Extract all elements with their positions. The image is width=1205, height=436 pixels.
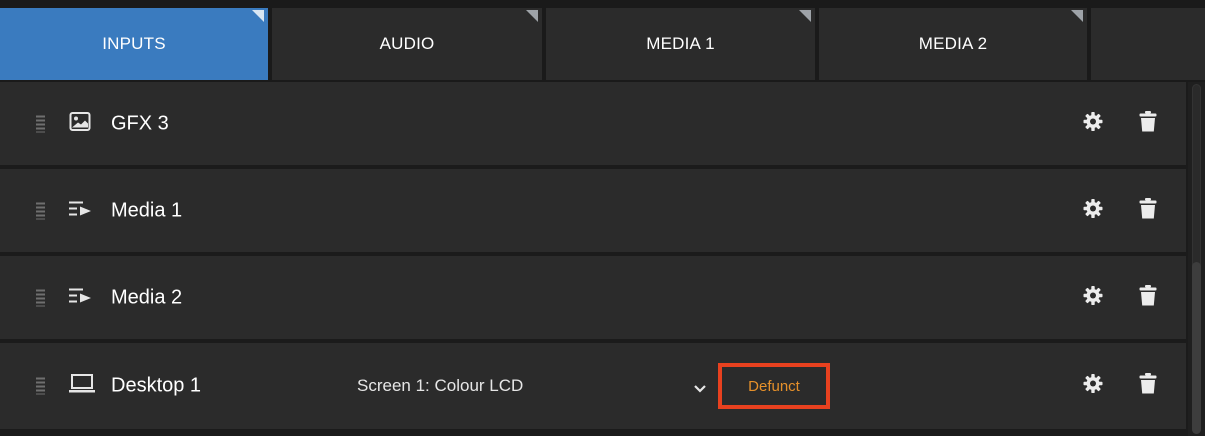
chevron-down-icon[interactable]: [693, 379, 707, 399]
tab-bar: INPUTS AUDIO MEDIA 1 MEDIA 2: [0, 0, 1205, 82]
tab-label: MEDIA 1: [646, 34, 715, 53]
list-item[interactable]: Desktop 1 Screen 1: Colour LCD Defunct: [0, 343, 1186, 429]
gear-icon[interactable]: [1083, 198, 1103, 223]
tab-corner-icon: [252, 10, 264, 22]
image-icon: [69, 111, 91, 136]
tab-inputs[interactable]: INPUTS: [0, 8, 268, 80]
screen-select-value: Screen 1: Colour LCD: [357, 376, 524, 395]
status-badge: Defunct: [718, 363, 830, 409]
trash-icon[interactable]: [1139, 373, 1157, 400]
input-name: GFX 3: [111, 112, 169, 134]
screen-select[interactable]: Screen 1: Colour LCD: [357, 371, 707, 401]
tab-label: AUDIO: [379, 34, 435, 53]
drag-handle-icon[interactable]: [36, 377, 45, 395]
trash-icon[interactable]: [1139, 110, 1157, 137]
scrollbar[interactable]: [1188, 82, 1205, 436]
tab-label: MEDIA 2: [918, 34, 988, 53]
status-text: Defunct: [748, 377, 800, 395]
tab-media-2[interactable]: MEDIA 2: [819, 8, 1087, 80]
tab-media-1[interactable]: MEDIA 1: [546, 8, 815, 80]
gear-icon[interactable]: [1083, 374, 1103, 399]
tab-label: INPUTS: [102, 34, 166, 53]
input-list: GFX 3 Media 1 Media 2 Desktop 1 Screen 1…: [0, 82, 1186, 436]
trash-icon[interactable]: [1139, 197, 1157, 224]
tab-audio[interactable]: AUDIO: [272, 8, 542, 80]
tab-corner-icon: [1071, 10, 1083, 22]
input-name: Media 2: [111, 286, 183, 308]
tab-corner-icon: [799, 10, 811, 22]
scrollbar-thumb[interactable]: [1192, 262, 1201, 434]
drag-handle-icon[interactable]: [36, 202, 45, 219]
tab-corner-icon: [526, 10, 538, 22]
input-name: Desktop 1: [111, 374, 202, 397]
list-item[interactable]: Media 2: [0, 256, 1186, 339]
gear-icon[interactable]: [1083, 111, 1103, 136]
playlist-icon: [69, 287, 93, 308]
gear-icon[interactable]: [1083, 285, 1103, 310]
input-name: Media 1: [111, 199, 183, 221]
tab-empty: [1091, 8, 1205, 80]
drag-handle-icon[interactable]: [36, 115, 45, 132]
drag-handle-icon[interactable]: [36, 289, 45, 306]
trash-icon[interactable]: [1139, 284, 1157, 311]
laptop-icon: [69, 374, 95, 399]
list-item[interactable]: Media 1: [0, 169, 1186, 252]
list-item[interactable]: GFX 3: [0, 82, 1186, 165]
playlist-icon: [69, 200, 93, 221]
